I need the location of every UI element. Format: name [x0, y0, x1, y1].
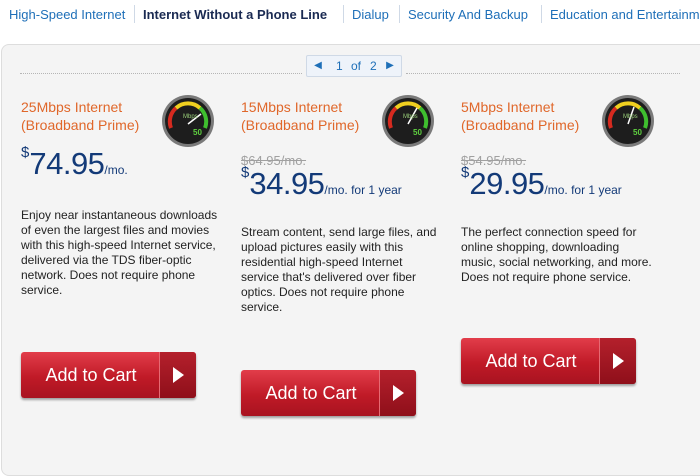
offer-title[interactable]: 25Mbps Internet (Broadband Prime) [21, 98, 161, 134]
top-nav: High-Speed Internet Internet Without a P… [0, 0, 700, 30]
offer-card-25mbps: 25Mbps Internet (Broadband Prime) Mbps 5… [21, 95, 231, 398]
arrow-right-icon [613, 353, 624, 369]
svg-text:50: 50 [633, 128, 642, 137]
arrow-right-icon [173, 367, 184, 383]
add-to-cart-button[interactable]: Add to Cart [241, 370, 416, 416]
add-to-cart-button[interactable]: Add to Cart [461, 338, 636, 384]
arrow-right-icon [393, 385, 404, 401]
nav-divider [343, 5, 344, 23]
speedometer-gauge-icon: Mbps 50 [382, 95, 434, 147]
offer-price: $74.95/mo. [21, 144, 128, 181]
offer-price: $29.95/mo. for 1 year [461, 164, 622, 201]
offer-card-5mbps: 5Mbps Internet (Broadband Prime) Mbps 50… [461, 95, 671, 398]
nav-divider [399, 5, 400, 23]
tab-security-and-backup[interactable]: Security And Backup [408, 7, 528, 22]
offer-card-15mbps: 15Mbps Internet (Broadband Prime) Mbps 5… [241, 95, 451, 418]
speedometer-gauge-icon: Mbps 50 [602, 95, 654, 147]
dotted-divider-right [406, 73, 680, 74]
tab-high-speed-internet[interactable]: High-Speed Internet [9, 7, 125, 22]
dotted-divider-left [20, 73, 302, 74]
offer-title[interactable]: 5Mbps Internet (Broadband Prime) [461, 98, 601, 134]
pager-current-page[interactable]: 1 [336, 59, 343, 73]
svg-text:Mbps: Mbps [623, 114, 638, 120]
pagination: ◀ 1 of 2 ▶ [306, 55, 402, 77]
svg-text:Mbps: Mbps [183, 114, 198, 120]
speedometer-gauge-icon: Mbps 50 [162, 95, 214, 147]
tab-dialup[interactable]: Dialup [352, 7, 389, 22]
offer-description: The perfect connection speed for online … [461, 225, 652, 284]
svg-text:50: 50 [413, 128, 422, 137]
add-to-cart-button[interactable]: Add to Cart [21, 352, 196, 398]
tab-education-and-entertainment[interactable]: Education and Entertainment [550, 7, 700, 22]
offer-description: Stream content, send large files, and up… [241, 225, 437, 314]
offer-description: Enjoy near instantaneous downloads of ev… [21, 208, 218, 297]
nav-divider [541, 5, 542, 23]
svg-text:Mbps: Mbps [403, 114, 418, 120]
next-page-icon[interactable]: ▶ [381, 56, 399, 76]
tab-internet-without-phone-line[interactable]: Internet Without a Phone Line [143, 7, 327, 22]
pager-of-label: of [351, 59, 362, 73]
prev-page-icon[interactable]: ◀ [309, 56, 327, 76]
pager-total-pages[interactable]: 2 [370, 59, 377, 73]
svg-text:50: 50 [193, 128, 202, 137]
offer-title[interactable]: 15Mbps Internet (Broadband Prime) [241, 98, 381, 134]
offer-price: $34.95/mo. for 1 year [241, 164, 402, 201]
nav-divider [134, 5, 135, 23]
